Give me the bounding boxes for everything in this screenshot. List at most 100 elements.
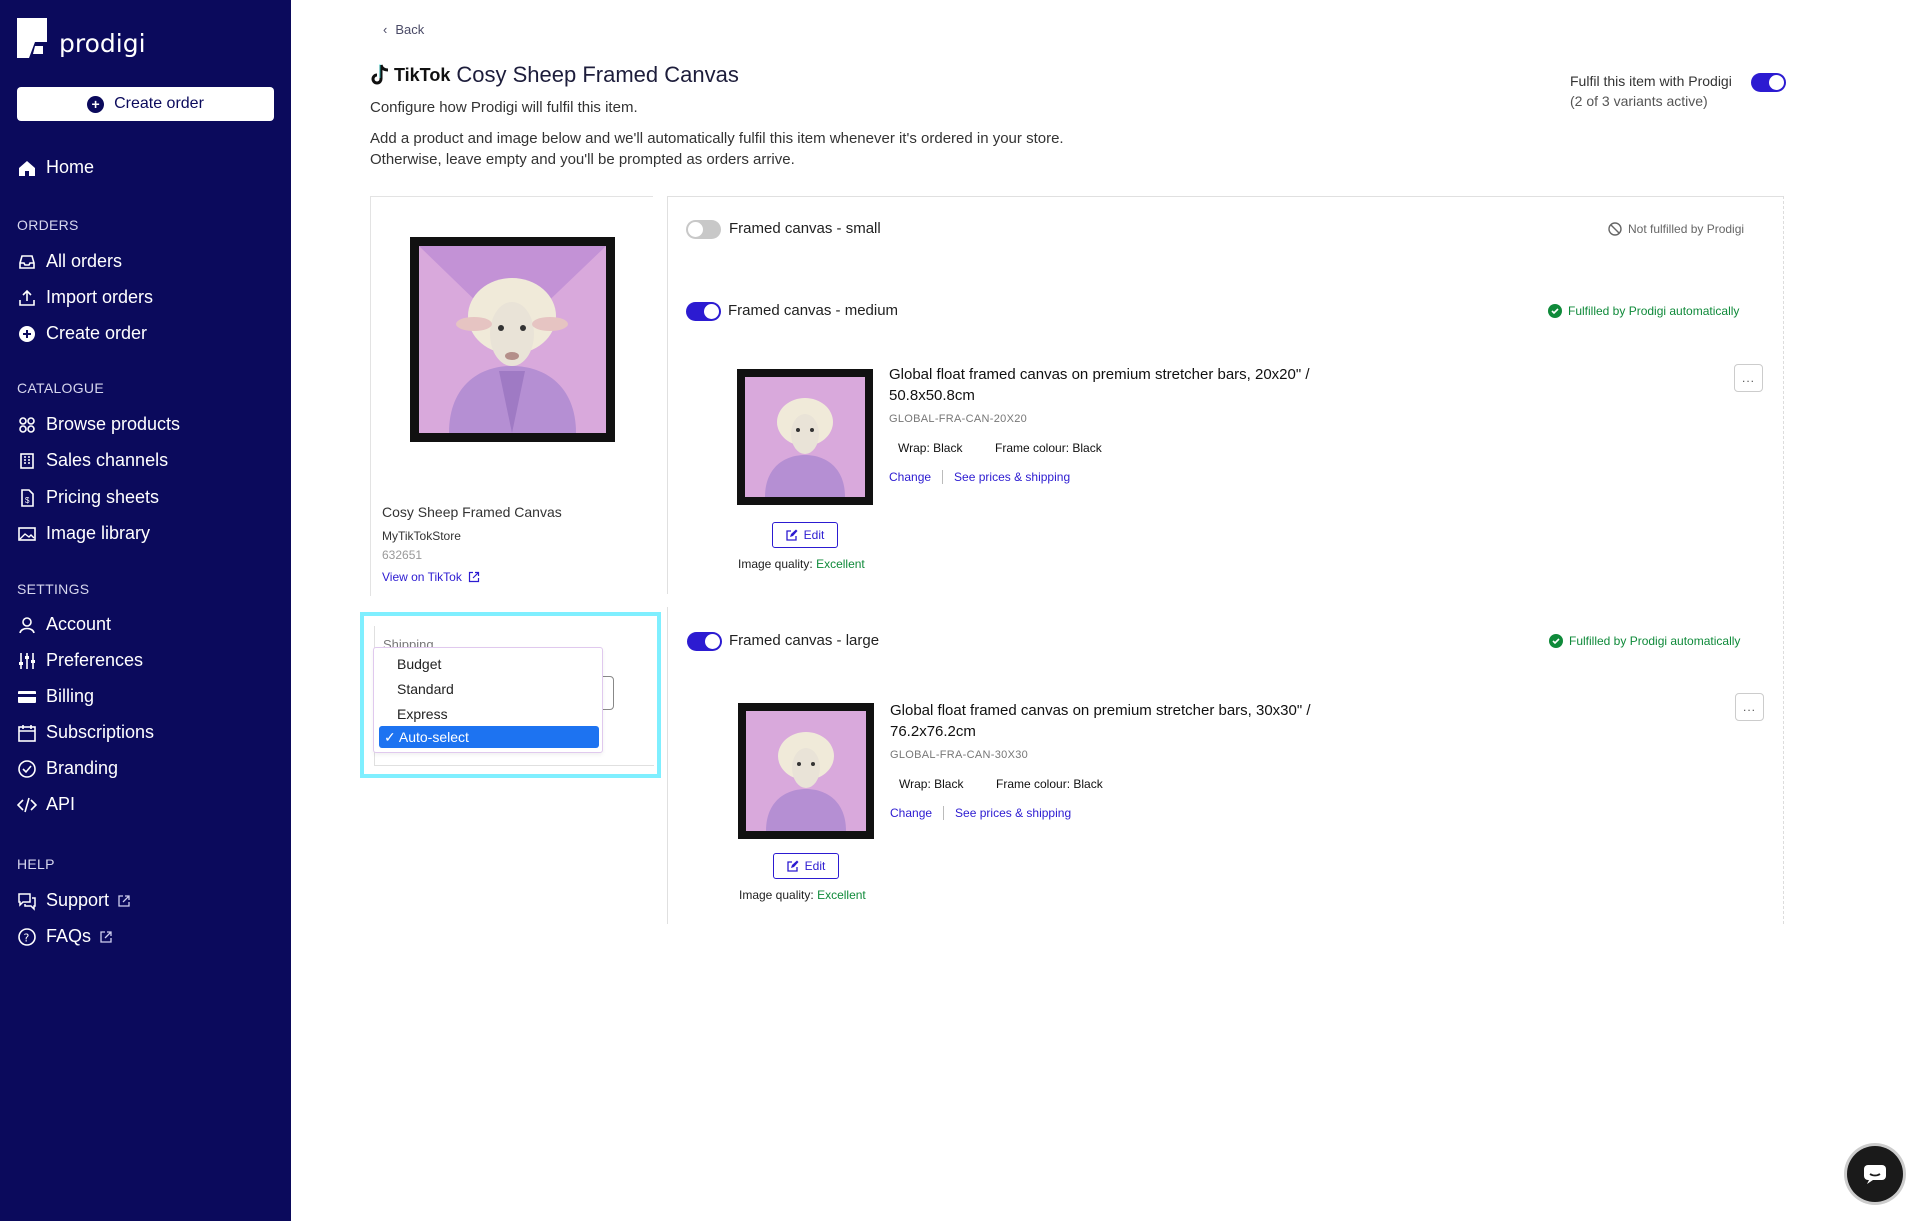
sidebar-item-import-orders[interactable]: Import orders <box>17 287 153 308</box>
fulfil-toggle-label: Fulfil this item with Prodigi <box>1570 73 1732 89</box>
attr-value: Black <box>934 777 964 791</box>
quality-value: Excellent <box>817 888 866 902</box>
change-link[interactable]: Change <box>889 470 931 484</box>
edit-button[interactable]: Edit <box>772 522 838 548</box>
option-label: Auto-select <box>398 729 469 745</box>
sidebar-item-sales-channels[interactable]: Sales channels <box>17 450 168 471</box>
see-prices-link[interactable]: See prices & shipping <box>955 806 1071 820</box>
sidebar-item-subscriptions[interactable]: Subscriptions <box>17 722 154 743</box>
brand-name: prodigi <box>59 28 146 58</box>
tiktok-icon <box>371 64 389 85</box>
question-circle-icon: ? <box>18 927 36 946</box>
variant-small-toggle[interactable] <box>686 220 721 239</box>
svg-text:$: $ <box>25 496 30 505</box>
shipping-option-auto-select[interactable]: ✓ Auto-select <box>379 726 599 748</box>
sidebar-item-home[interactable]: Home <box>17 157 94 178</box>
see-prices-link[interactable]: See prices & shipping <box>954 470 1070 484</box>
quality-label: Image quality: <box>738 557 813 571</box>
more-options-button[interactable]: ... <box>1734 364 1763 392</box>
sidebar-item-faqs[interactable]: ? FAQs <box>17 926 113 947</box>
building-icon <box>20 452 34 469</box>
view-on-tiktok-link[interactable]: View on TikTok <box>382 570 480 584</box>
quality-value: Excellent <box>816 557 865 571</box>
sidebar-item-browse-products[interactable]: Browse products <box>17 414 180 435</box>
panel-divider <box>667 196 668 594</box>
attr-label: Frame colour: <box>996 777 1071 791</box>
page-description: Add a product and image below and we'll … <box>370 128 1170 170</box>
sidebar-item-label: Billing <box>46 686 95 706</box>
more-options-button[interactable]: ... <box>1735 693 1764 721</box>
change-link[interactable]: Change <box>890 806 932 820</box>
attr-label: Wrap: <box>898 441 930 455</box>
variant-thumbnail <box>737 369 873 505</box>
attr-label: Wrap: <box>899 777 931 791</box>
sidebar: prodigi + Create order Home ORDERS All o… <box>0 0 291 1221</box>
chat-launcher-button[interactable] <box>1847 1146 1903 1202</box>
sidebar-item-billing[interactable]: Billing <box>17 686 94 707</box>
edit-icon <box>786 529 798 541</box>
product-name-line: Global float framed canvas on premium st… <box>889 366 1310 383</box>
external-link-icon <box>100 930 112 943</box>
sliders-icon <box>19 652 35 669</box>
sidebar-item-all-orders[interactable]: All orders <box>17 251 122 272</box>
variant-sku: GLOBAL-FRA-CAN-30X30 <box>890 749 1029 761</box>
variant-large-toggle[interactable] <box>687 632 722 651</box>
sidebar-item-label: API <box>46 794 76 814</box>
sidebar-item-preferences[interactable]: Preferences <box>17 650 143 671</box>
sidebar-item-pricing-sheets[interactable]: $ Pricing sheets <box>17 487 159 508</box>
create-order-label: Create order <box>114 95 204 112</box>
sidebar-item-account[interactable]: Account <box>17 614 111 635</box>
sidebar-item-create-order[interactable]: Create order <box>17 323 147 344</box>
attr-value: Black <box>933 441 963 455</box>
variant-links: Change See prices & shipping <box>890 806 1071 820</box>
sidebar-item-image-library[interactable]: Image library <box>17 523 150 544</box>
fulfil-item-toggle[interactable] <box>1751 73 1786 92</box>
catalogue-section-title: CATALOGUE <box>17 380 104 396</box>
checkmark-icon: ✓ <box>384 729 399 745</box>
sheep-artwork <box>419 246 606 433</box>
sheep-artwork <box>745 377 865 497</box>
edit-label: Edit <box>803 528 825 542</box>
attr-value: Black <box>1072 441 1102 455</box>
credit-card-icon <box>18 690 36 703</box>
inbox-icon <box>19 254 35 269</box>
orders-section-title: ORDERS <box>17 217 79 233</box>
page-title: TikTok Cosy Sheep Framed Canvas <box>370 62 739 88</box>
back-link[interactable]: ‹ Back <box>383 22 424 37</box>
sidebar-item-api[interactable]: API <box>17 794 75 815</box>
description-line: Add a product and image below and we'll … <box>370 130 1064 147</box>
channel-name: TikTok <box>394 64 451 85</box>
prodigi-logo[interactable]: prodigi <box>17 18 146 58</box>
sidebar-item-support[interactable]: Support <box>17 890 131 911</box>
calendar-icon <box>18 724 36 742</box>
settings-section-title: SETTINGS <box>17 581 90 597</box>
shipping-options-menu: Budget Standard Express ✓ Auto-select <box>373 647 603 753</box>
variant-sku: GLOBAL-FRA-CAN-20X20 <box>889 413 1028 425</box>
sidebar-item-label: Branding <box>46 758 119 778</box>
shipping-option-express[interactable]: Express <box>397 706 448 722</box>
variant-title: Framed canvas - small <box>729 220 881 237</box>
sidebar-item-label: Preferences <box>46 650 144 670</box>
edit-label: Edit <box>804 859 826 873</box>
svg-text:?: ? <box>24 931 30 944</box>
item-title: Cosy Sheep Framed Canvas <box>456 62 739 87</box>
code-icon <box>17 797 37 812</box>
product-image <box>410 237 615 442</box>
create-order-button[interactable]: + Create order <box>17 87 274 121</box>
variant-medium-toggle[interactable] <box>686 302 721 321</box>
sidebar-item-label: Browse products <box>46 414 181 434</box>
edit-button[interactable]: Edit <box>773 853 839 879</box>
sidebar-item-label: Pricing sheets <box>46 487 160 507</box>
product-id: 632651 <box>382 548 423 562</box>
product-name-line: 50.8x50.8cm <box>889 387 975 404</box>
variant-thumbnail <box>738 703 874 839</box>
product-name-line: 76.2x76.2cm <box>890 723 976 740</box>
shipping-option-standard[interactable]: Standard <box>397 681 454 697</box>
sidebar-item-label: Create order <box>46 323 148 343</box>
sidebar-item-label: Import orders <box>46 287 154 307</box>
shipping-option-budget[interactable]: Budget <box>397 656 441 672</box>
attr-label: Frame colour: <box>995 441 1070 455</box>
sidebar-item-branding[interactable]: Branding <box>17 758 118 779</box>
pricing-sheet-icon: $ <box>21 488 34 507</box>
sidebar-item-label: Sales channels <box>46 450 169 470</box>
